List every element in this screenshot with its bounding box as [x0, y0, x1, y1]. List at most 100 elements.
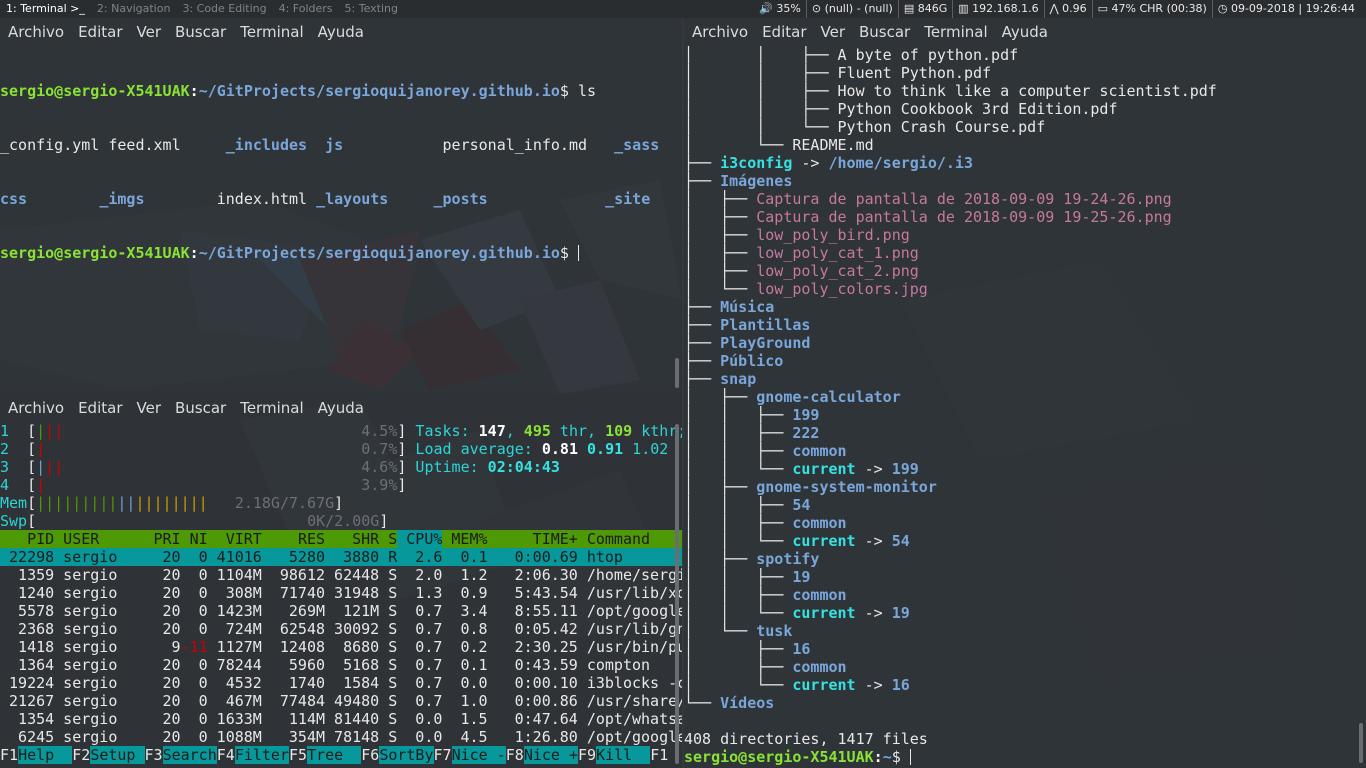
- terminal-ls-screen[interactable]: sergio@sergio-X541UAK:~/GitProjects/serg…: [0, 46, 682, 298]
- volume-block[interactable]: 🔊 35%: [754, 0, 806, 18]
- process-cell-shr: 49480: [334, 692, 380, 710]
- workspace-4[interactable]: 4: Folders: [273, 0, 339, 18]
- fkey-f9[interactable]: F9: [578, 746, 596, 764]
- workspace-3[interactable]: 3: Code Editing: [176, 0, 272, 18]
- menu-terminal[interactable]: Terminal: [240, 23, 303, 41]
- fkey-label[interactable]: Nice -: [451, 746, 506, 764]
- fkey-f5[interactable]: F5: [289, 746, 307, 764]
- process-cell-pri: 20: [162, 620, 181, 638]
- process-cell-pid: 22298: [9, 548, 55, 566]
- fkey-label[interactable]: Setup: [90, 746, 145, 764]
- menu-archivo[interactable]: Archivo: [8, 23, 64, 41]
- menu-archivo[interactable]: Archivo: [8, 399, 64, 417]
- tree-name: README.md: [792, 136, 874, 154]
- column-header-pri[interactable]: PRI: [135, 530, 180, 548]
- column-header-res[interactable]: RES: [262, 530, 325, 548]
- cpu-number: 2: [0, 440, 10, 458]
- terminal-tree[interactable]: Archivo Editar Ver Buscar Terminal Ayuda │ │ …: [684, 18, 1366, 768]
- column-header-shr[interactable]: SHR: [325, 530, 379, 548]
- fkey-label[interactable]: Tree: [307, 746, 362, 764]
- fkey-f1[interactable]: F1: [0, 746, 18, 764]
- column-header-ni[interactable]: NI: [181, 530, 208, 548]
- tree-output[interactable]: │ │ ├── A byte of python.pdf │ │ ├── Flue…: [684, 46, 1366, 766]
- tree-branch: │ │ ├──: [684, 64, 838, 82]
- scrollbar[interactable]: [1359, 723, 1363, 763]
- process-cell-pri: 20: [162, 710, 181, 728]
- text-cursor: [577, 245, 579, 261]
- menu-terminal[interactable]: Terminal: [240, 399, 303, 417]
- process-cell-cpu: 1.3: [415, 584, 443, 602]
- fkey-f1[interactable]: F1: [650, 746, 668, 764]
- fkey-f7[interactable]: F7: [434, 746, 452, 764]
- process-row[interactable]: 2368 sergio 20 0 724M 62548 30092 S 0.7 0.8 0:05.4…: [0, 620, 682, 638]
- process-row[interactable]: 1359 sergio 20 0 1104M 98612 62448 S 2.0 1.2 2:06.…: [0, 566, 682, 584]
- menu-ver[interactable]: Ver: [137, 399, 162, 417]
- workspace-5[interactable]: 5: Texting: [339, 0, 404, 18]
- fkey-f2[interactable]: F2: [72, 746, 90, 764]
- process-cell-time: 0:00.86: [514, 692, 578, 710]
- menu-editar[interactable]: Editar: [762, 23, 806, 41]
- tree-branch: │ │ ├──: [684, 406, 793, 424]
- column-header-time[interactable]: TIME+: [488, 530, 578, 548]
- menu-ayuda[interactable]: Ayuda: [318, 23, 364, 41]
- tree-entry: │ │ └── Python Crash Course.pdf: [684, 118, 1366, 136]
- menu-ver[interactable]: Ver: [821, 23, 846, 41]
- process-row[interactable]: 22298 sergio 20 0 41016 5280 3880 R 2.6 0.1 0:00.6…: [0, 548, 682, 566]
- workspace-1[interactable]: 1: Terminal >_: [0, 0, 91, 18]
- scrollbar[interactable]: [675, 424, 679, 764]
- menu-editar[interactable]: Editar: [78, 399, 122, 417]
- datetime-block[interactable]: ◷ 09-09-2018 | 19:26:44: [1211, 0, 1360, 18]
- process-table-header[interactable]: PID USER PRI NI VIRT RES SHR S CPU% MEM% TIME+ Comm…: [0, 530, 682, 548]
- menu-ayuda[interactable]: Ayuda: [1002, 23, 1048, 41]
- tree-name: 19: [792, 568, 811, 586]
- process-row[interactable]: 6245 sergio 20 0 1088M 354M 78148 S 0.0 4.5 1:26.8…: [0, 728, 682, 746]
- scrollbar[interactable]: [675, 358, 679, 388]
- menu-archivo[interactable]: Archivo: [692, 23, 748, 41]
- process-cell-res: 77484: [279, 692, 326, 710]
- htop-screen[interactable]: 1 [||| 4.5%] Tasks: 147, 495 thr, 109 kt…: [0, 422, 682, 764]
- fkey-label[interactable]: Help: [18, 746, 73, 764]
- fkey-f4[interactable]: F4: [217, 746, 235, 764]
- column-header-mem[interactable]: MEM%: [442, 530, 487, 548]
- column-header-user[interactable]: USER: [54, 530, 135, 548]
- fkey-label[interactable]: SortBy: [379, 746, 434, 764]
- tree-branch: ├──: [684, 316, 721, 334]
- column-header-command[interactable]: Command: [578, 530, 682, 548]
- workspace-2[interactable]: 2: Navigation: [91, 0, 177, 18]
- process-row[interactable]: 19224 sergio 20 0 4532 1740 1584 S 0.7 0.0 0:00.10…: [0, 674, 682, 692]
- disk-block[interactable]: ▤ 846G: [897, 0, 952, 18]
- menu-buscar[interactable]: Buscar: [175, 399, 226, 417]
- fkey-f6[interactable]: F6: [361, 746, 379, 764]
- column-header-s[interactable]: S: [379, 530, 397, 548]
- process-row[interactable]: 1354 sergio 20 0 1633M 114M 81440 S 0.0 1.5 0:47.6…: [0, 710, 682, 728]
- fkey-label[interactable]: Search: [162, 746, 217, 764]
- menu-ver[interactable]: Ver: [137, 23, 162, 41]
- fkey-f8[interactable]: F8: [506, 746, 524, 764]
- load-block[interactable]: ⋀ 0.96: [1043, 0, 1092, 18]
- menu-terminal[interactable]: Terminal: [924, 23, 987, 41]
- menu-ayuda[interactable]: Ayuda: [318, 399, 364, 417]
- process-row[interactable]: 1418 sergio 9-11 1127M 12408 8680 S 0.7 0.2 2:30.…: [0, 638, 682, 656]
- fkey-label[interactable]: Nice +: [523, 746, 578, 764]
- column-header-pid[interactable]: PID: [0, 530, 54, 548]
- menu-buscar[interactable]: Buscar: [175, 23, 226, 41]
- tree-branch: │ │ ├──: [684, 100, 838, 118]
- fkey-label[interactable]: Filter: [234, 746, 289, 764]
- process-row[interactable]: 1364 sergio 20 0 78244 5960 5168 S 0.7 0.1 0:43.59…: [0, 656, 682, 674]
- column-header-virt[interactable]: VIRT: [208, 530, 262, 548]
- ip-block[interactable]: ▥ 192.168.1.6: [952, 0, 1043, 18]
- ip-value: 192.168.1.6: [972, 2, 1039, 15]
- terminal-htop[interactable]: Archivo Editar Ver Buscar Terminal Ayuda 1 [|…: [0, 394, 682, 768]
- process-row[interactable]: 5578 sergio 20 0 1423M 269M 121M S 0.7 3.4 8:55.11…: [0, 602, 682, 620]
- fkey-f3[interactable]: F3: [145, 746, 163, 764]
- process-cell-user: sergio: [63, 548, 118, 566]
- menu-buscar[interactable]: Buscar: [859, 23, 910, 41]
- menu-editar[interactable]: Editar: [78, 23, 122, 41]
- battery-block[interactable]: ▭ 47% CHR (00:38): [1091, 0, 1212, 18]
- process-row[interactable]: 1240 sergio 20 0 308M 71740 31948 S 1.3 0.9 5:43.5…: [0, 584, 682, 602]
- process-row[interactable]: 21267 sergio 20 0 467M 77484 49480 S 0.7 1.0 0:00.…: [0, 692, 682, 710]
- wifi-block[interactable]: ⊙ (null) - (null): [805, 0, 898, 18]
- fkey-label[interactable]: Kill: [596, 746, 651, 764]
- terminal-ls[interactable]: Archivo Editar Ver Buscar Terminal Ayuda serg…: [0, 18, 682, 394]
- column-header-cpu[interactable]: CPU%: [397, 530, 443, 548]
